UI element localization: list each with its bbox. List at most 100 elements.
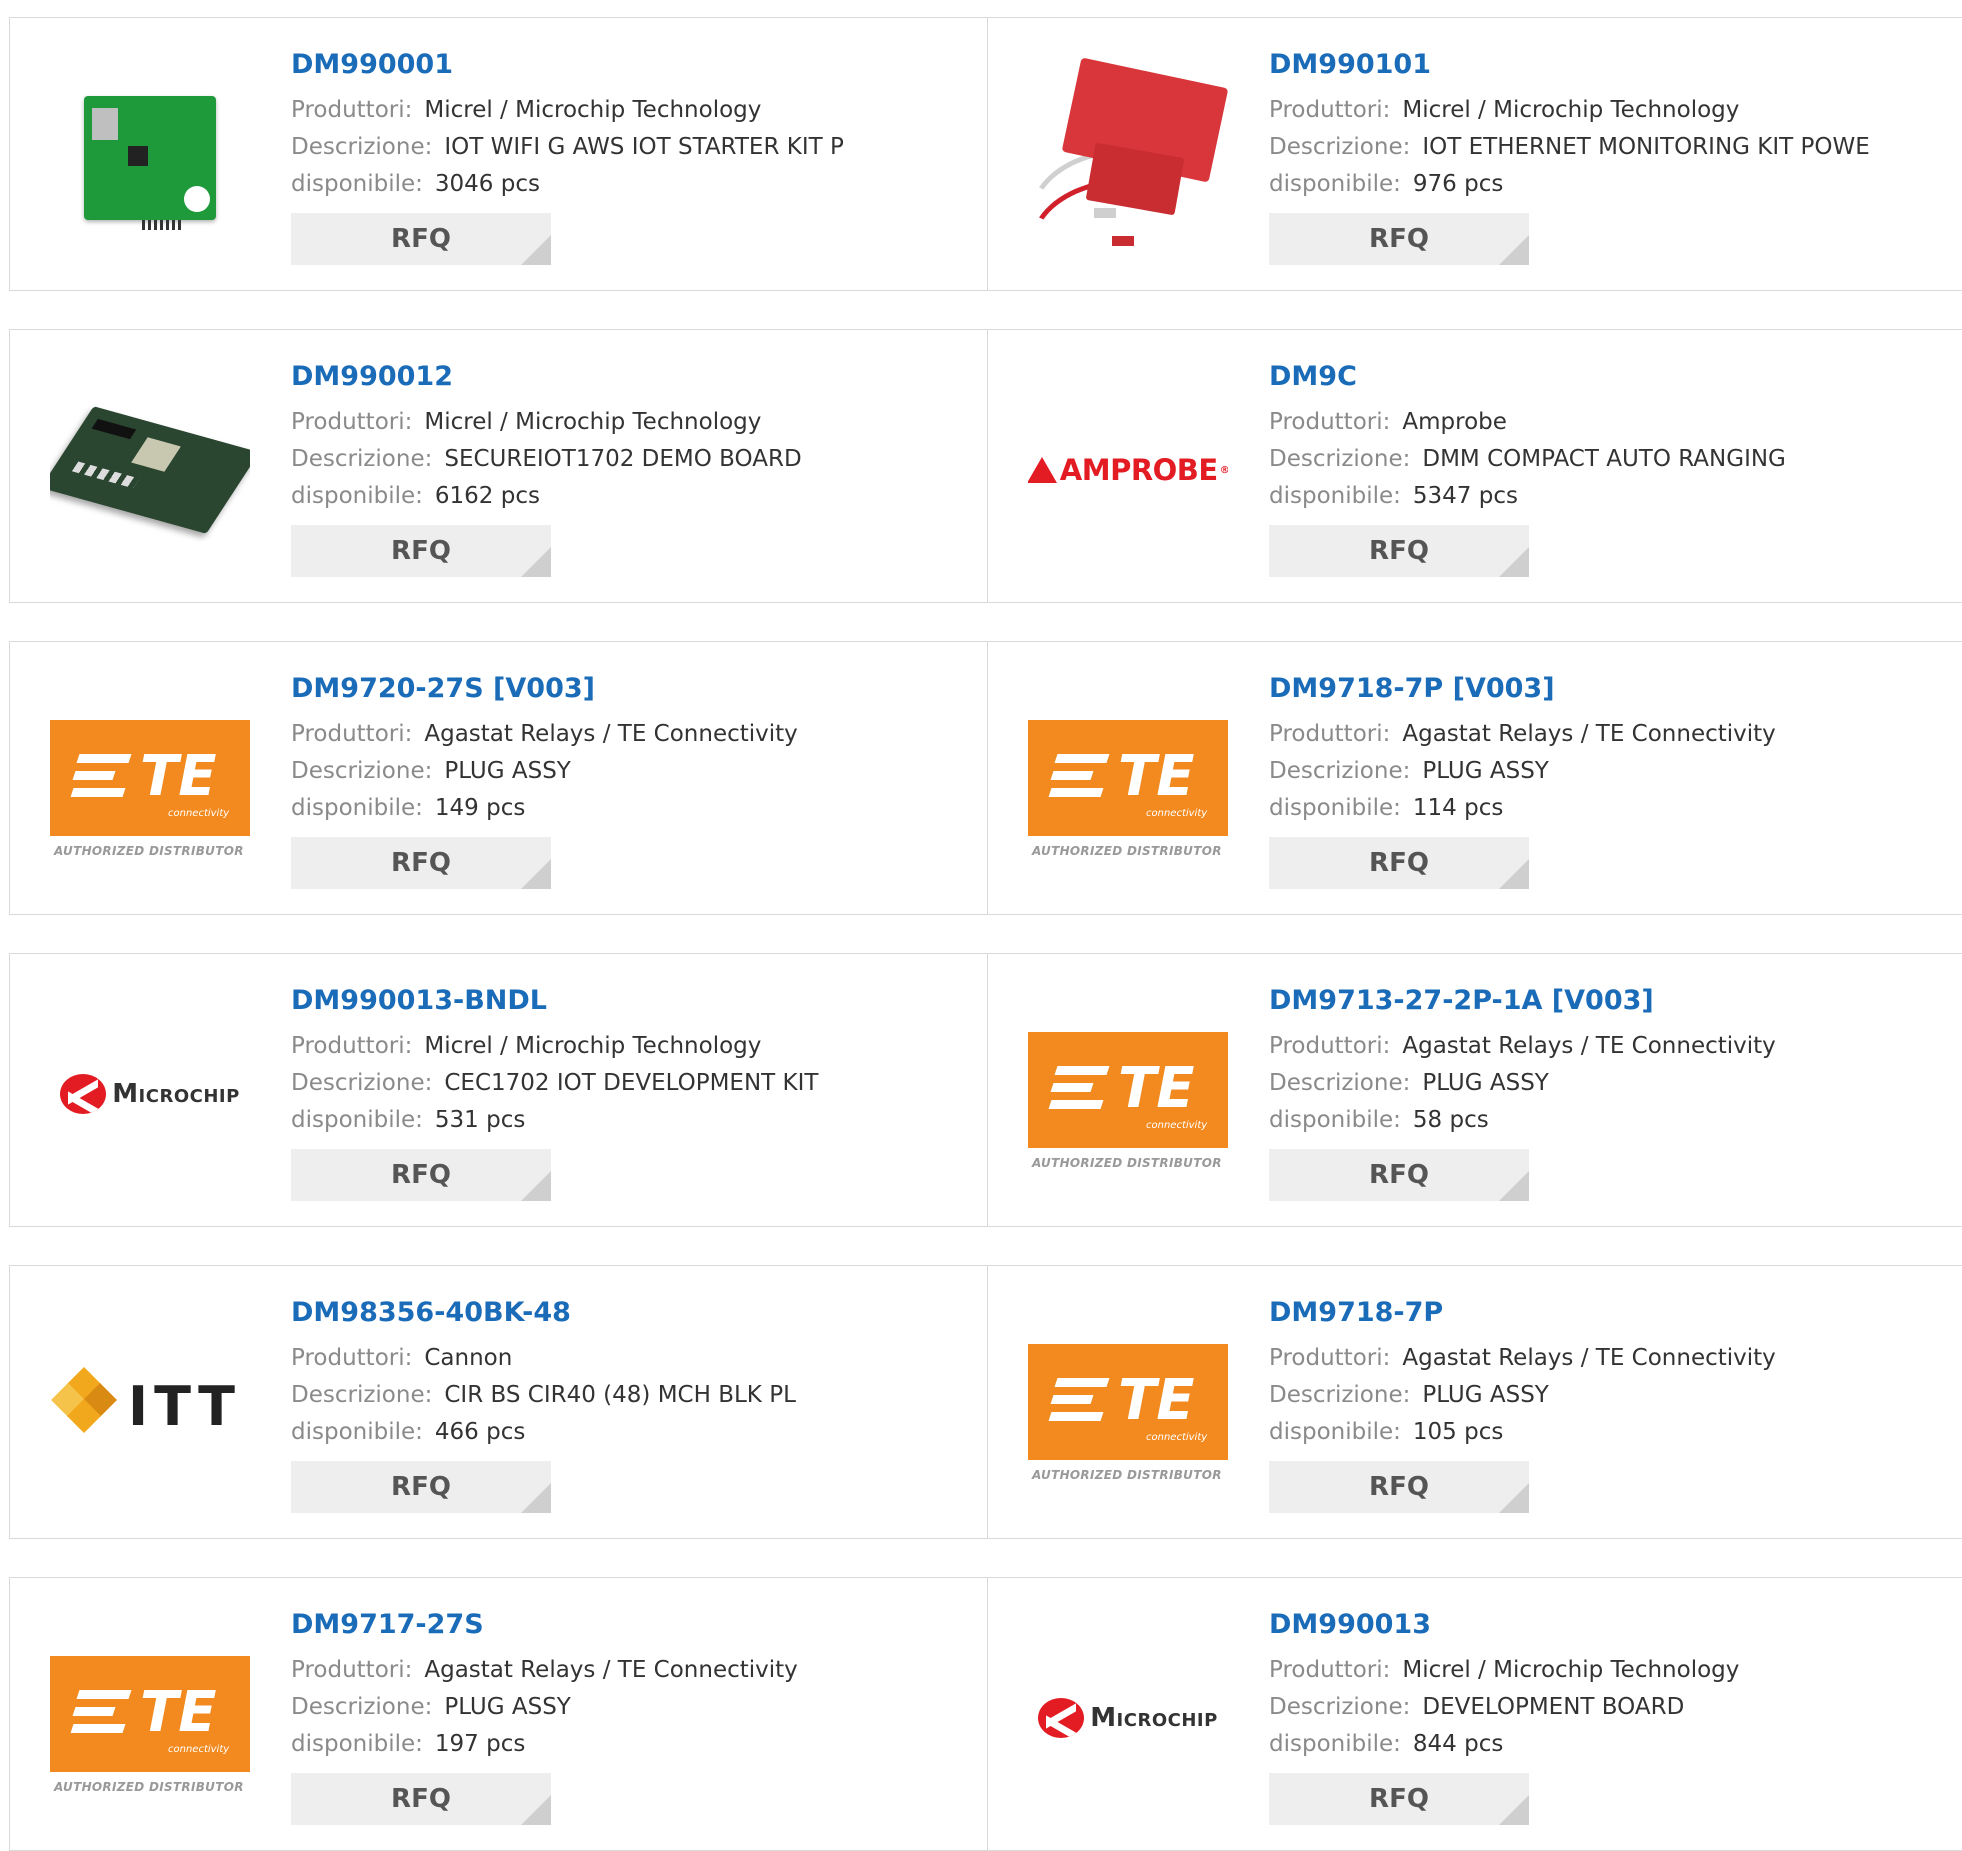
part-number-link[interactable]: DM990013 [1269, 1606, 1949, 1644]
manufacturer-value: Agastat Relays / TE Connectivity [424, 721, 798, 747]
product-info: DM9713-27-2P-1A [V003] Produttori: Agasta… [1269, 982, 1949, 1201]
product-image[interactable]: Microchip [50, 994, 250, 1194]
description-value: DEVELOPMENT BOARD [1422, 1694, 1685, 1720]
authorized-distributor-text: AUTHORIZED DISTRIBUTOR [1032, 1468, 1222, 1482]
availability-line: disponibile: 58 pcs [1269, 1102, 1949, 1139]
description-value: PLUG ASSY [1422, 1382, 1549, 1408]
rfq-button-label: RFQ [1369, 536, 1429, 566]
availability-label: disponibile: [1269, 171, 1401, 197]
manufacturer-value: Micrel / Microchip Technology [1402, 97, 1740, 123]
product-image[interactable]: TE connectivity AUTHORIZED DISTRIBUTOR [1028, 682, 1228, 882]
product-image[interactable]: TE connectivity AUTHORIZED DISTRIBUTOR [50, 1618, 250, 1818]
product-row: TE connectivity AUTHORIZED DISTRIBUTOR DM9… [9, 641, 1962, 915]
authorized-distributor-text: AUTHORIZED DISTRIBUTOR [1032, 844, 1222, 858]
rfq-button-label: RFQ [1369, 1160, 1429, 1190]
part-number-link[interactable]: DM990001 [291, 46, 971, 84]
part-number-link[interactable]: DM990013-BNDL [291, 982, 971, 1020]
description-value: IOT ETHERNET MONITORING KIT POWE [1422, 134, 1870, 160]
description-value: PLUG ASSY [444, 758, 571, 784]
manufacturer-label: Produttori: [291, 409, 413, 435]
rfq-button[interactable]: RFQ [291, 837, 551, 889]
rfq-button[interactable]: RFQ [291, 1149, 551, 1201]
product-card: TE connectivity AUTHORIZED DISTRIBUTOR DM9… [10, 642, 986, 914]
part-number-link[interactable]: DM9713-27-2P-1A [V003] [1269, 982, 1949, 1020]
te-logo-bar [1050, 1083, 1094, 1092]
te-connectivity-logo: TE connectivity AUTHORIZED DISTRIBUTOR [1028, 1306, 1228, 1506]
description-label: Descrizione: [291, 134, 433, 160]
availability-label: disponibile: [291, 1731, 423, 1757]
product-image[interactable]: Microchip [1028, 1618, 1228, 1818]
availability-line: disponibile: 3046 pcs [291, 166, 971, 203]
part-number-link[interactable]: DM98356-40BK-48 [291, 1294, 971, 1332]
rfq-button[interactable]: RFQ [1269, 1461, 1529, 1513]
te-logo-bar [70, 788, 126, 797]
pcb-pins [142, 220, 182, 230]
product-row: DM990012 Produttori: Micrel / Microchip T… [9, 329, 1962, 603]
part-number-link[interactable]: DM990101 [1269, 46, 1949, 84]
board-lcd [131, 437, 181, 472]
te-logo-bar [1048, 1100, 1104, 1109]
rfq-button[interactable]: RFQ [1269, 837, 1529, 889]
part-number-link[interactable]: DM9718-7P [1269, 1294, 1949, 1332]
rfq-button[interactable]: RFQ [291, 1461, 551, 1513]
product-row: ITT DM98356-40BK-48 Produttori: Cannon De… [9, 1265, 1962, 1539]
product-image[interactable] [50, 370, 250, 570]
part-number-link[interactable]: DM9717-27S [291, 1606, 971, 1644]
product-card: TE connectivity AUTHORIZED DISTRIBUTOR DM9… [988, 642, 1962, 914]
part-number-link[interactable]: DM9720-27S [V003] [291, 670, 971, 708]
rfq-button-label: RFQ [1369, 1784, 1429, 1814]
product-card: AMPROBE ® DM9C Produttori: Amprobe Descriz… [988, 330, 1962, 602]
product-image[interactable]: TE connectivity AUTHORIZED DISTRIBUTOR [50, 682, 250, 882]
description-line: Descrizione: DEVELOPMENT BOARD [1269, 1689, 1949, 1726]
product-image[interactable]: TE connectivity AUTHORIZED DISTRIBUTOR [1028, 1306, 1228, 1506]
manufacturer-label: Produttori: [291, 1657, 413, 1683]
rfq-corner-decoration [521, 1795, 551, 1825]
manufacturer-label: Produttori: [291, 721, 413, 747]
description-line: Descrizione: SECUREIOT1702 DEMO BOARD [291, 441, 971, 478]
rfq-button-label: RFQ [391, 536, 451, 566]
microchip-logo-word: Microchip [112, 1079, 240, 1109]
part-number-link[interactable]: DM990012 [291, 358, 971, 396]
microchip-m-icon [60, 1074, 107, 1114]
te-logo-bar [72, 771, 116, 780]
te-logo-bars [70, 754, 132, 805]
product-image[interactable] [50, 58, 250, 258]
te-logo-subtitle: connectivity [1146, 808, 1208, 819]
availability-label: disponibile: [1269, 483, 1401, 509]
manufacturer-line: Produttori: Amprobe [1269, 404, 1949, 441]
manufacturer-value: Micrel / Microchip Technology [424, 1033, 762, 1059]
rfq-button[interactable]: RFQ [291, 525, 551, 577]
microchip-m-icon [1038, 1698, 1085, 1738]
rfq-button[interactable]: RFQ [291, 213, 551, 265]
microchip-logo: Microchip [60, 1074, 240, 1114]
rfq-button[interactable]: RFQ [1269, 213, 1529, 265]
availability-line: disponibile: 105 pcs [1269, 1414, 1949, 1451]
product-image[interactable]: ITT [50, 1306, 250, 1506]
part-number-link[interactable]: DM9718-7P [V003] [1269, 670, 1949, 708]
product-image[interactable]: AMPROBE ® [1028, 370, 1228, 570]
product-card: Microchip DM990013 Produttori: Micrel / M… [988, 1578, 1962, 1850]
rfq-button[interactable]: RFQ [1269, 525, 1529, 577]
rfq-button-label: RFQ [391, 848, 451, 878]
availability-value: 531 pcs [434, 1107, 526, 1133]
rfq-button[interactable]: RFQ [291, 1773, 551, 1825]
availability-value: 149 pcs [434, 795, 526, 821]
rfq-button[interactable]: RFQ [1269, 1149, 1529, 1201]
availability-label: disponibile: [1269, 1731, 1401, 1757]
availability-line: disponibile: 5347 pcs [1269, 478, 1949, 515]
manufacturer-label: Produttori: [291, 1033, 413, 1059]
te-logo-letters: TE [1118, 1368, 1195, 1433]
te-logo-bar [1050, 1395, 1094, 1404]
amprobe-logo-word: AMPROBE [1059, 453, 1218, 487]
demo-board-image [50, 406, 250, 534]
itt-diamond-icon [50, 1367, 118, 1440]
te-logo-letters: TE [140, 744, 217, 809]
product-image[interactable]: TE connectivity AUTHORIZED DISTRIBUTOR [1028, 994, 1228, 1194]
product-image[interactable] [1028, 58, 1228, 258]
rfq-button[interactable]: RFQ [1269, 1773, 1529, 1825]
te-logo-bar [72, 1707, 116, 1716]
te-logo-bars [70, 1690, 132, 1741]
part-number-link[interactable]: DM9C [1269, 358, 1949, 396]
description-line: Descrizione: PLUG ASSY [291, 1689, 971, 1726]
manufacturer-label: Produttori: [1269, 409, 1391, 435]
